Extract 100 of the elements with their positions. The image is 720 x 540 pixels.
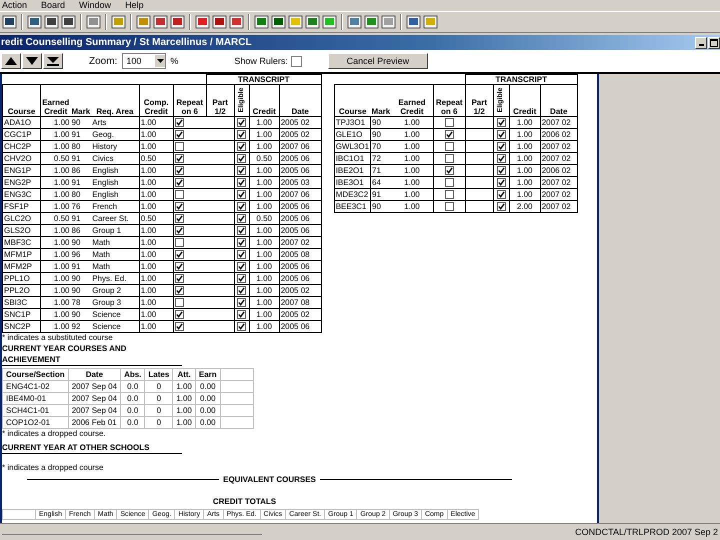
checkbox[interactable]	[237, 178, 246, 187]
checkbox[interactable]	[237, 226, 246, 235]
table-cell: 90	[70, 284, 92, 296]
table-cell: English	[91, 176, 140, 188]
checkbox[interactable]	[174, 262, 184, 271]
checkbox[interactable]	[496, 130, 506, 139]
checkbox[interactable]	[174, 310, 184, 319]
checkbox[interactable]	[174, 238, 184, 247]
checkbox[interactable]	[496, 178, 506, 187]
checkbox[interactable]	[496, 142, 506, 151]
table-cell: 2006 02	[540, 128, 578, 140]
checkbox[interactable]	[174, 154, 184, 163]
table-cell: 1.00	[249, 308, 280, 320]
checkbox[interactable]	[237, 238, 246, 247]
checkbox[interactable]	[174, 322, 184, 331]
checkbox[interactable]	[496, 190, 506, 199]
checkbox[interactable]	[444, 178, 454, 187]
checkbox[interactable]	[237, 214, 246, 223]
previous-page-button[interactable]	[1, 53, 21, 69]
next-page-button[interactable]	[22, 53, 42, 69]
checkbox[interactable]	[444, 202, 454, 211]
checkbox[interactable]	[237, 166, 246, 175]
table-cell: ENG2P	[2, 176, 40, 188]
checkbox[interactable]	[237, 142, 246, 151]
checkbox[interactable]	[237, 130, 246, 139]
table-cell: SBI3C	[2, 296, 40, 308]
checkbox[interactable]	[174, 190, 184, 199]
table-cell: 2005 06	[279, 152, 322, 164]
caret-icon	[156, 59, 164, 63]
menu-item[interactable]: Window	[79, 0, 112, 11]
column-header: Course	[8, 107, 36, 116]
table-cell: 1.00	[40, 128, 70, 140]
column-header: Att.	[172, 368, 196, 380]
show-rulers-checkbox[interactable]	[290, 56, 302, 66]
footnote: * indicates a dropped course.	[2, 429, 107, 439]
checkbox[interactable]	[174, 298, 184, 307]
checkbox[interactable]	[174, 250, 184, 259]
checkbox[interactable]	[496, 202, 506, 211]
checkbox[interactable]	[174, 286, 184, 295]
checkbox[interactable]	[237, 310, 246, 319]
checkbox[interactable]	[496, 118, 506, 127]
table-cell: 1.00	[139, 224, 174, 236]
table-cell: 2007 06	[279, 188, 322, 200]
checkbox[interactable]	[174, 202, 184, 211]
checkbox[interactable]	[444, 190, 454, 199]
table-cell: 0.00	[195, 380, 220, 392]
cancel-preview-button[interactable]: Cancel Preview	[328, 53, 428, 69]
footnote: * indicates a substituted course	[2, 333, 114, 343]
checkbox[interactable]	[444, 118, 454, 127]
checkbox[interactable]	[174, 178, 184, 187]
checkbox[interactable]	[237, 154, 246, 163]
checkbox[interactable]	[174, 226, 184, 235]
table-cell: 1.00	[249, 224, 280, 236]
checkbox[interactable]	[444, 166, 454, 175]
table-cell: 1.00	[139, 296, 174, 308]
checkbox[interactable]	[444, 142, 454, 151]
column-header: Lates	[144, 368, 173, 380]
checkbox[interactable]	[237, 322, 246, 331]
table-cell: ENG4C1-02	[2, 380, 68, 392]
checkbox[interactable]	[174, 142, 184, 151]
table-cell: English	[91, 188, 140, 200]
checkbox[interactable]	[444, 154, 454, 163]
table-cell: 72	[370, 152, 392, 164]
maximize-icon[interactable]	[708, 36, 720, 48]
table-cell: 0	[144, 404, 173, 416]
checkbox[interactable]	[237, 118, 246, 127]
checkbox[interactable]	[237, 298, 246, 307]
checkbox[interactable]	[237, 190, 246, 199]
checkbox[interactable]	[444, 130, 454, 139]
up-triangle-icon	[4, 56, 18, 66]
table-cell: 1.00	[139, 116, 174, 128]
table-cell: 1.00	[509, 176, 540, 188]
checkbox[interactable]	[237, 262, 246, 271]
table-cell: 1.00	[40, 284, 70, 296]
checkbox[interactable]	[174, 118, 184, 127]
last-page-button[interactable]	[43, 53, 63, 69]
menu-item[interactable]: Board	[41, 0, 66, 11]
checkbox[interactable]	[237, 250, 246, 259]
table-cell: Science	[91, 320, 140, 332]
column-header: Credit	[513, 107, 536, 116]
checkbox[interactable]	[237, 274, 246, 283]
checkbox[interactable]	[174, 166, 184, 175]
table-cell: Science	[91, 308, 140, 320]
table-cell: 0.50	[40, 152, 70, 164]
table-cell: 1.00	[391, 176, 434, 188]
checkbox[interactable]	[174, 130, 184, 139]
checkbox[interactable]	[237, 286, 246, 295]
table-cell: 0.50	[249, 212, 280, 224]
minimize-icon[interactable]	[695, 36, 707, 48]
checkbox[interactable]	[496, 166, 506, 175]
checkbox[interactable]	[174, 214, 184, 223]
zoom-dropdown[interactable]: 100	[122, 53, 166, 69]
table-cell: 2007 02	[279, 236, 322, 248]
checkbox[interactable]	[237, 202, 246, 211]
checkbox[interactable]	[496, 154, 506, 163]
table-cell: 64	[370, 176, 392, 188]
checkbox[interactable]	[174, 274, 184, 283]
table-cell: 90	[70, 236, 92, 248]
menu-item[interactable]: Help	[125, 0, 144, 11]
menu-item[interactable]: Action	[2, 0, 28, 11]
